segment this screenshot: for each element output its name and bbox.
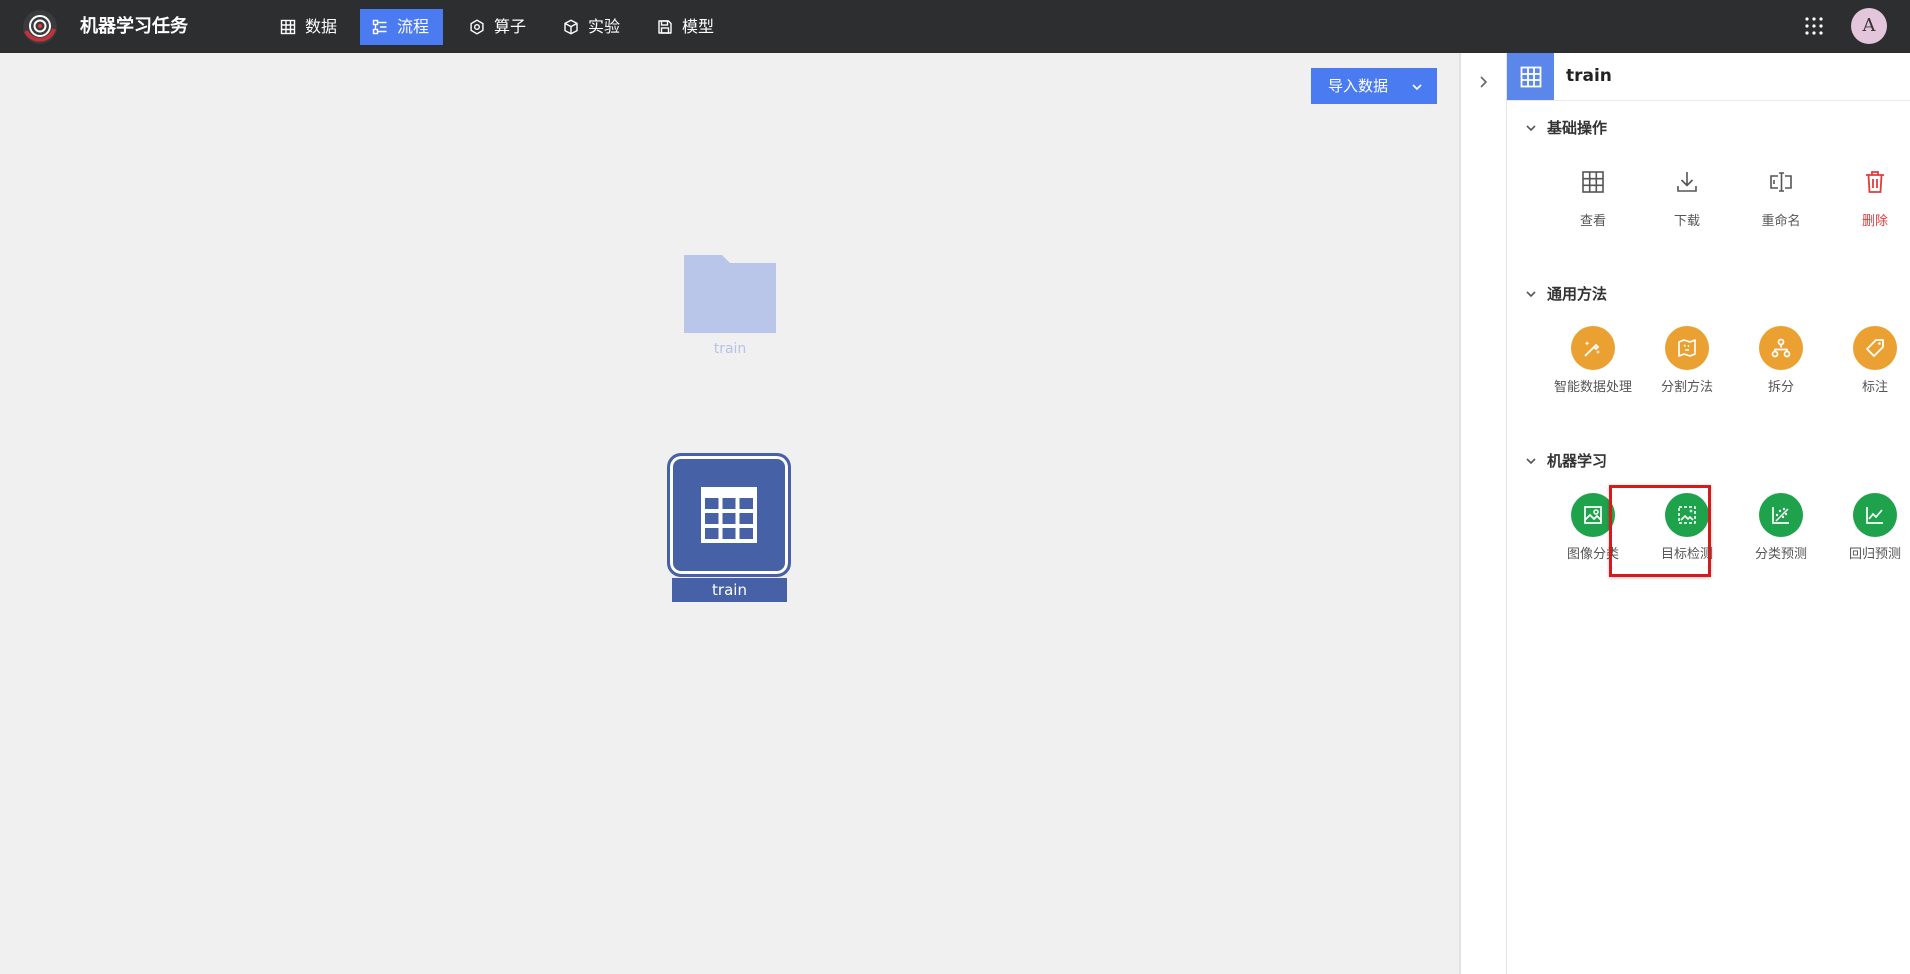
tool-delete-label: 删除 <box>1861 214 1888 229</box>
chevron-right-icon[interactable] <box>1475 74 1491 90</box>
panel-header: train <box>1507 53 1910 101</box>
tool-regression-predict-label: 回归预测 <box>1848 547 1901 562</box>
properties-panel: train 基础操作 查看 下载 重命名 删除 通用方法 智能数据处理 分割方法… <box>1507 53 1910 974</box>
tool-download[interactable]: 下载 <box>1640 160 1734 229</box>
tab-experiment-label: 实验 <box>588 17 621 36</box>
dataset-node-label: train <box>672 578 787 602</box>
chevron-down-icon <box>1526 457 1536 464</box>
tool-view-label: 查看 <box>1579 214 1606 229</box>
object-detect-icon <box>1678 506 1696 524</box>
download-icon <box>1677 172 1697 192</box>
app-title: 机器学习任务 <box>80 16 188 37</box>
tool-split[interactable]: 拆分 <box>1734 326 1828 395</box>
import-data-label: 导入数据 <box>1328 77 1389 95</box>
line-chart-icon <box>1866 507 1883 524</box>
hexagon-icon <box>470 19 484 35</box>
tab-data-label: 数据 <box>305 17 338 36</box>
cube-icon <box>564 19 578 35</box>
avatar[interactable]: A <box>1851 8 1887 44</box>
tab-flow[interactable]: 流程 <box>360 9 444 45</box>
apps-grid-icon[interactable] <box>1804 16 1824 36</box>
tab-experiment[interactable]: 实验 <box>551 9 634 45</box>
panel-collapse-strip <box>1461 53 1507 974</box>
section-basic-ops[interactable]: 基础操作 <box>1525 117 1607 138</box>
flow-icon <box>372 19 387 35</box>
tool-split-label: 拆分 <box>1767 380 1794 395</box>
top-bar: 机器学习任务 数据 流程 算子 实验 模型 A <box>0 0 1910 53</box>
folder-label: train <box>713 341 747 357</box>
tool-annotate-label: 标注 <box>1861 380 1888 395</box>
chevron-down-icon <box>1526 124 1536 131</box>
tab-model-label: 模型 <box>682 17 715 36</box>
folder-icon[interactable] <box>684 255 776 333</box>
tab-model[interactable]: 模型 <box>645 9 728 45</box>
panel-title: train <box>1566 66 1612 86</box>
table-icon <box>1520 66 1541 87</box>
section-general-methods-title: 通用方法 <box>1547 285 1608 303</box>
tool-rename[interactable]: 重命名 <box>1734 160 1828 229</box>
import-data-button[interactable]: 导入数据 <box>1311 68 1437 104</box>
tool-image-classification[interactable]: 图像分类 <box>1546 493 1640 562</box>
tool-classification-predict-label: 分类预测 <box>1754 547 1807 562</box>
map-icon <box>1678 339 1696 357</box>
section-general-methods[interactable]: 通用方法 <box>1525 283 1607 304</box>
chevron-down-icon <box>1412 84 1422 91</box>
section-machine-learning-title: 机器学习 <box>1547 452 1608 470</box>
table-icon <box>701 487 757 543</box>
split-tree-icon <box>1771 338 1791 358</box>
section-basic-ops-title: 基础操作 <box>1547 119 1608 137</box>
flow-canvas[interactable]: 导入数据 train train <box>0 53 1459 974</box>
table-icon <box>280 19 296 35</box>
section-machine-learning[interactable]: 机器学习 <box>1525 450 1607 471</box>
image-classify-icon <box>1584 506 1602 524</box>
trash-icon <box>1866 171 1884 193</box>
tool-segmentation[interactable]: 分割方法 <box>1640 326 1734 395</box>
tool-download-label: 下载 <box>1673 214 1700 229</box>
magic-pen-icon <box>1584 341 1600 357</box>
tool-rename-label: 重命名 <box>1761 214 1801 229</box>
tool-delete[interactable]: 删除 <box>1828 160 1910 229</box>
dataset-node[interactable] <box>667 453 791 577</box>
tool-segmentation-label: 分割方法 <box>1660 380 1713 395</box>
tool-object-detection[interactable]: 目标检测 <box>1640 493 1734 562</box>
tool-object-detection-label: 目标检测 <box>1660 547 1713 562</box>
tool-regression-predict[interactable]: 回归预测 <box>1828 493 1910 562</box>
scatter-predict-icon <box>1772 507 1789 524</box>
chevron-down-icon <box>1526 290 1536 297</box>
tag-icon <box>1866 339 1884 357</box>
tool-smart-processing-label: 智能数据处理 <box>1553 380 1632 395</box>
tool-image-classification-label: 图像分类 <box>1566 547 1619 562</box>
save-icon <box>658 20 672 34</box>
panel-header-icon <box>1507 53 1554 100</box>
table-icon <box>1582 171 1604 193</box>
tool-view[interactable]: 查看 <box>1546 160 1640 229</box>
tool-annotate[interactable]: 标注 <box>1828 326 1910 395</box>
tool-classification-predict[interactable]: 分类预测 <box>1734 493 1828 562</box>
tab-operator[interactable]: 算子 <box>457 9 540 45</box>
tool-smart-processing[interactable]: 智能数据处理 <box>1546 326 1640 395</box>
tab-data[interactable]: 数据 <box>268 9 351 45</box>
app-logo-icon[interactable] <box>22 9 58 45</box>
tab-flow-label: 流程 <box>397 17 430 36</box>
tab-operator-label: 算子 <box>494 17 527 36</box>
rename-icon <box>1770 172 1792 192</box>
